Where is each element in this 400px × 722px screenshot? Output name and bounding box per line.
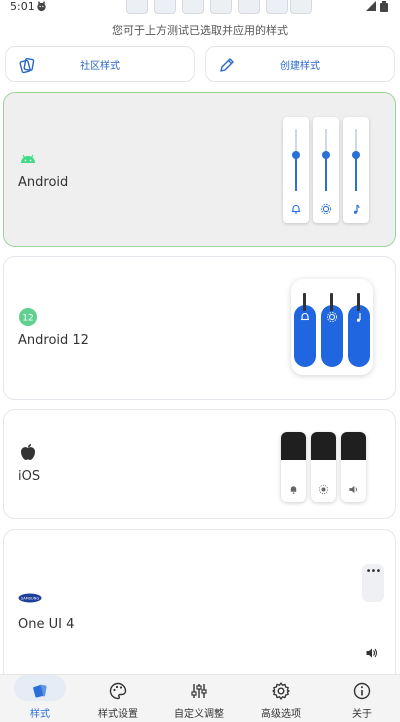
- brightness-icon: [320, 203, 332, 215]
- ios-brightness-slider-preview: [311, 432, 336, 502]
- nav-styles[interactable]: 样式: [0, 675, 80, 722]
- hint-text: 您可于上方测试已选取并应用的样式: [112, 24, 288, 37]
- palette-icon: [109, 682, 127, 700]
- info-icon: [353, 682, 371, 700]
- brightness-icon: [326, 311, 338, 323]
- apple-icon: [21, 444, 35, 460]
- style-name: One UI 4: [18, 617, 75, 632]
- more-dots-icon: •••: [365, 566, 382, 577]
- brightness-pill: [321, 305, 343, 367]
- create-style-button[interactable]: 创建样式: [205, 46, 395, 82]
- bottom-navigation: 样式 样式设置 自定义调整 高级选项 关于: [0, 674, 400, 722]
- android-icon: [21, 154, 35, 163]
- music-note-icon: [353, 204, 360, 214]
- android-12-icon: 12: [19, 308, 37, 326]
- community-styles-label: 社区样式: [80, 61, 120, 72]
- volume-panel-preview: [126, 0, 312, 14]
- bell-icon: [301, 313, 309, 321]
- nav-label: 高级选项: [261, 709, 301, 720]
- style-name: Android: [18, 175, 69, 190]
- brightness-slider-preview: [313, 117, 339, 223]
- nav-label: 关于: [352, 709, 372, 720]
- media-volume-slider-preview: [343, 117, 369, 223]
- signal-battery-icon: [366, 1, 388, 12]
- ios-ring-slider-preview: [281, 432, 306, 502]
- gear-icon: [272, 682, 290, 700]
- nav-advanced-options[interactable]: 高级选项: [241, 675, 321, 722]
- style-card-ios[interactable]: iOS: [3, 409, 396, 519]
- android-12-volume-preview: [291, 279, 373, 375]
- speaker-icon: [349, 485, 357, 494]
- style-card-android[interactable]: Android: [3, 92, 396, 247]
- nav-style-settings[interactable]: 样式设置: [78, 675, 158, 722]
- style-name: Android 12: [18, 333, 89, 348]
- nav-label: 样式: [30, 709, 50, 720]
- bell-icon: [292, 205, 300, 214]
- bell-icon: [290, 486, 297, 494]
- app-notification-icon: [37, 1, 46, 12]
- style-name: iOS: [18, 469, 41, 484]
- tune-sliders-icon: [191, 684, 207, 698]
- style-card-one-ui-4[interactable]: SAMSUNG One UI 4 •••: [3, 529, 396, 689]
- samsung-logo-icon: SAMSUNG: [18, 593, 42, 603]
- music-note-icon: [356, 313, 361, 322]
- status-time: 5:01: [10, 0, 35, 13]
- brightness-icon: [318, 484, 329, 495]
- media-pill: [348, 305, 370, 367]
- styles-icon: [33, 684, 47, 698]
- ring-volume-slider-preview: [283, 117, 309, 223]
- one-ui-volume-preview: •••: [362, 564, 384, 602]
- svg-text:12: 12: [22, 314, 33, 324]
- ios-media-slider-preview: [341, 432, 366, 502]
- style-card-android-12[interactable]: 12 Android 12: [3, 256, 396, 400]
- svg-text:SAMSUNG: SAMSUNG: [21, 597, 40, 601]
- nav-label: 样式设置: [98, 709, 138, 720]
- sound-icon: [366, 648, 378, 658]
- create-style-label: 创建样式: [280, 61, 320, 72]
- community-styles-button[interactable]: 社区样式: [5, 46, 195, 82]
- nav-about[interactable]: 关于: [322, 675, 400, 722]
- nav-label: 自定义调整: [174, 709, 224, 720]
- nav-custom-adjust[interactable]: 自定义调整: [159, 675, 239, 722]
- ring-pill: [294, 305, 316, 367]
